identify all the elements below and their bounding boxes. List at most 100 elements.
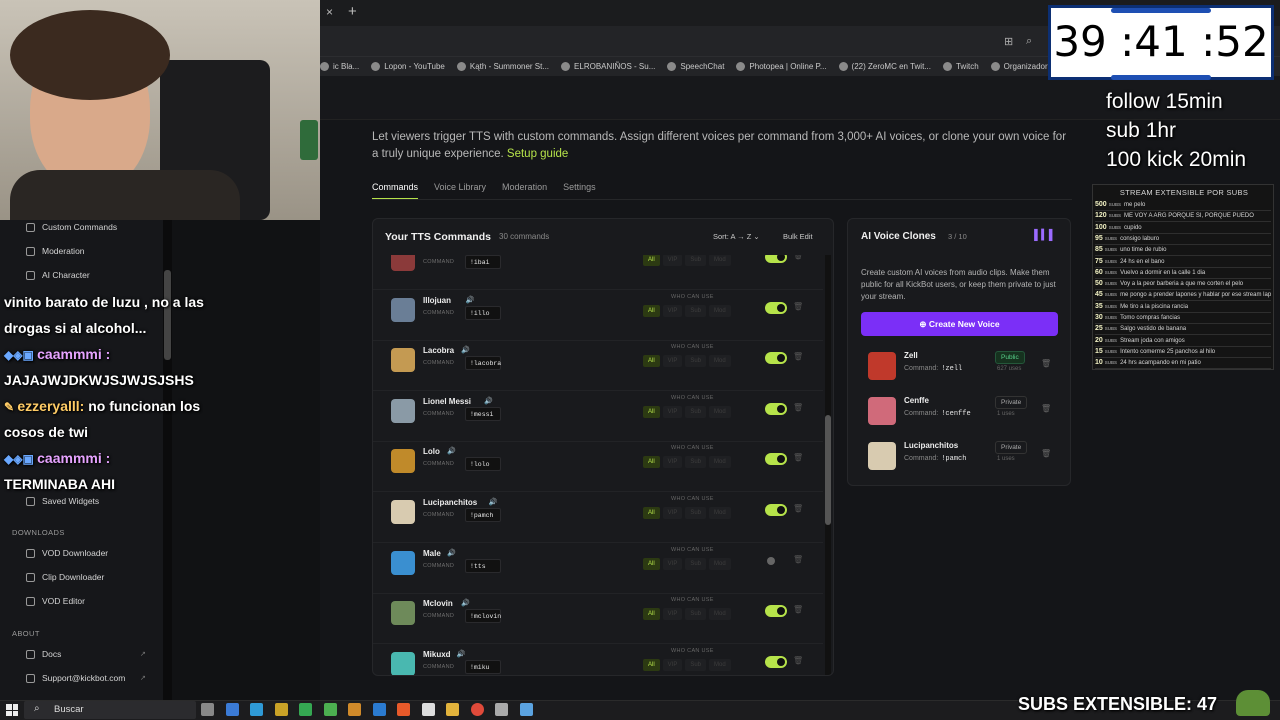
tab-voice-library[interactable]: Voice Library bbox=[434, 182, 486, 200]
folder-icon[interactable] bbox=[446, 703, 459, 716]
enable-toggle[interactable] bbox=[765, 655, 787, 668]
windows-start-icon[interactable] bbox=[6, 704, 18, 716]
create-new-voice-button[interactable]: ⊕ Create New Voice bbox=[861, 312, 1058, 336]
close-tab-icon[interactable]: × bbox=[326, 5, 333, 19]
enable-toggle[interactable] bbox=[765, 453, 787, 466]
bulk-edit-button[interactable]: Bulk Edit bbox=[783, 232, 813, 241]
permission-sub[interactable]: Sub bbox=[685, 255, 707, 266]
permission-all[interactable]: All bbox=[643, 658, 660, 671]
permission-all[interactable]: All bbox=[643, 557, 660, 570]
permission-mod[interactable]: Mod bbox=[709, 507, 731, 519]
speaker-icon[interactable]: 🔊 bbox=[489, 498, 498, 506]
bookmark-item[interactable]: Twitch bbox=[942, 62, 979, 71]
trash-icon[interactable]: 🗑 bbox=[793, 403, 803, 412]
trash-icon[interactable]: 🗑 bbox=[793, 453, 803, 462]
task-view-icon[interactable] bbox=[201, 703, 214, 716]
setup-guide-link[interactable]: Setup guide bbox=[507, 148, 568, 160]
visibility-badge[interactable]: Public bbox=[995, 351, 1025, 364]
command-input[interactable]: !mclovin bbox=[465, 609, 501, 624]
sidebar-item-docs[interactable]: Docs bbox=[26, 649, 61, 659]
tab-settings[interactable]: Settings bbox=[563, 182, 596, 200]
sidebar-item-vod-editor[interactable]: VOD Editor bbox=[26, 596, 85, 606]
java-icon[interactable] bbox=[348, 703, 361, 716]
bookmark-item[interactable]: Photopea | Online P... bbox=[736, 62, 827, 71]
permission-mod[interactable]: Mod bbox=[709, 557, 731, 570]
app-icon[interactable] bbox=[397, 703, 410, 716]
permission-all[interactable]: All bbox=[643, 507, 660, 519]
speaker-icon[interactable]: 🔊 bbox=[461, 599, 470, 607]
photos-icon[interactable] bbox=[421, 703, 435, 716]
permission-vip[interactable]: VIP bbox=[662, 255, 683, 266]
obs-icon[interactable] bbox=[495, 703, 508, 716]
trash-icon[interactable]: 🗑 bbox=[793, 656, 803, 665]
permission-mod[interactable]: Mod bbox=[709, 608, 731, 621]
edge-icon[interactable] bbox=[250, 703, 263, 716]
translate-icon[interactable]: ⊞ bbox=[1004, 35, 1013, 48]
permission-mod[interactable]: Mod bbox=[709, 658, 731, 671]
command-input[interactable]: !lolo bbox=[465, 457, 501, 472]
enable-toggle[interactable] bbox=[765, 352, 787, 365]
permission-vip[interactable]: VIP bbox=[662, 405, 683, 418]
command-input[interactable]: !illo bbox=[465, 305, 501, 320]
permission-sub[interactable]: Sub bbox=[685, 507, 707, 519]
enable-toggle[interactable] bbox=[765, 402, 787, 415]
sidebar-item-saved-widgets[interactable]: Saved Widgets bbox=[26, 496, 99, 506]
permission-sub[interactable]: Sub bbox=[685, 405, 707, 418]
trash-icon[interactable]: 🗑 bbox=[1041, 359, 1051, 368]
sidebar-item-ai-character[interactable]: AI Character bbox=[26, 270, 90, 280]
command-input[interactable]: !miku bbox=[465, 659, 501, 674]
permission-mod[interactable]: Mod bbox=[709, 355, 731, 368]
sidebar-item-clip-downloader[interactable]: Clip Downloader bbox=[26, 572, 104, 582]
permission-vip[interactable]: VIP bbox=[662, 557, 683, 570]
sidebar-item-support[interactable]: Support@kickbot.com bbox=[26, 673, 125, 683]
trash-icon[interactable]: 🗑 bbox=[793, 255, 803, 260]
command-input[interactable]: !lacobra bbox=[465, 356, 501, 371]
sort-dropdown[interactable]: Sort: A → Z ⌄ bbox=[713, 232, 760, 241]
trash-icon[interactable]: 🗑 bbox=[1041, 404, 1051, 413]
speaker-icon[interactable]: 🔊 bbox=[466, 296, 475, 304]
permission-mod[interactable]: Mod bbox=[709, 456, 731, 469]
command-input[interactable]: !ibai bbox=[465, 255, 501, 269]
bookmark-item[interactable]: Lopon - YouTube bbox=[371, 62, 445, 71]
file-explorer-icon[interactable] bbox=[274, 703, 288, 716]
permission-vip[interactable]: VIP bbox=[662, 456, 683, 469]
permission-sub[interactable]: Sub bbox=[685, 355, 707, 368]
permission-sub[interactable]: Sub bbox=[685, 557, 707, 570]
trash-icon[interactable]: 🗑 bbox=[793, 605, 803, 614]
permission-sub[interactable]: Sub bbox=[685, 658, 707, 671]
speaker-icon[interactable]: 🔊 bbox=[457, 650, 466, 658]
permission-vip[interactable]: VIP bbox=[662, 658, 683, 671]
permission-mod[interactable]: Mod bbox=[709, 304, 731, 317]
enable-toggle[interactable] bbox=[765, 255, 787, 263]
visibility-badge[interactable]: Private bbox=[995, 441, 1028, 454]
tab-moderation[interactable]: Moderation bbox=[502, 182, 547, 200]
command-input[interactable]: !pamch bbox=[465, 508, 501, 522]
enable-toggle[interactable] bbox=[765, 504, 787, 516]
trash-icon[interactable]: 🗑 bbox=[1041, 449, 1051, 458]
permission-mod[interactable]: Mod bbox=[709, 405, 731, 418]
enable-toggle[interactable] bbox=[765, 605, 787, 618]
trash-icon[interactable]: 🗑 bbox=[793, 352, 803, 361]
bookmark-item[interactable]: Kąth - Summoner St... bbox=[456, 62, 549, 71]
permission-all[interactable]: All bbox=[643, 255, 660, 266]
permission-vip[interactable]: VIP bbox=[662, 608, 683, 621]
permission-vip[interactable]: VIP bbox=[662, 355, 683, 368]
search-icon[interactable]: ⌕ bbox=[1026, 35, 1032, 48]
permission-vip[interactable]: VIP bbox=[662, 304, 683, 317]
speaker-icon[interactable]: 🔊 bbox=[447, 549, 456, 557]
trash-icon[interactable]: 🗑 bbox=[793, 302, 803, 311]
steam-icon[interactable] bbox=[519, 703, 533, 716]
enable-toggle[interactable] bbox=[765, 301, 787, 314]
permission-sub[interactable]: Sub bbox=[685, 456, 707, 469]
new-tab-button[interactable]: + bbox=[348, 3, 357, 20]
permission-sub[interactable]: Sub bbox=[685, 608, 707, 621]
trash-icon[interactable]: 🗑 bbox=[793, 555, 803, 564]
permission-sub[interactable]: Sub bbox=[685, 304, 707, 317]
permission-all[interactable]: All bbox=[643, 405, 660, 418]
enable-toggle[interactable] bbox=[765, 555, 787, 567]
visibility-badge[interactable]: Private bbox=[995, 396, 1028, 409]
tab-commands[interactable]: Commands bbox=[372, 182, 419, 200]
speaker-icon[interactable]: 🔊 bbox=[461, 346, 470, 354]
command-input[interactable]: !messi bbox=[465, 406, 501, 421]
bookmark-item[interactable]: ic Bla... bbox=[320, 62, 359, 71]
